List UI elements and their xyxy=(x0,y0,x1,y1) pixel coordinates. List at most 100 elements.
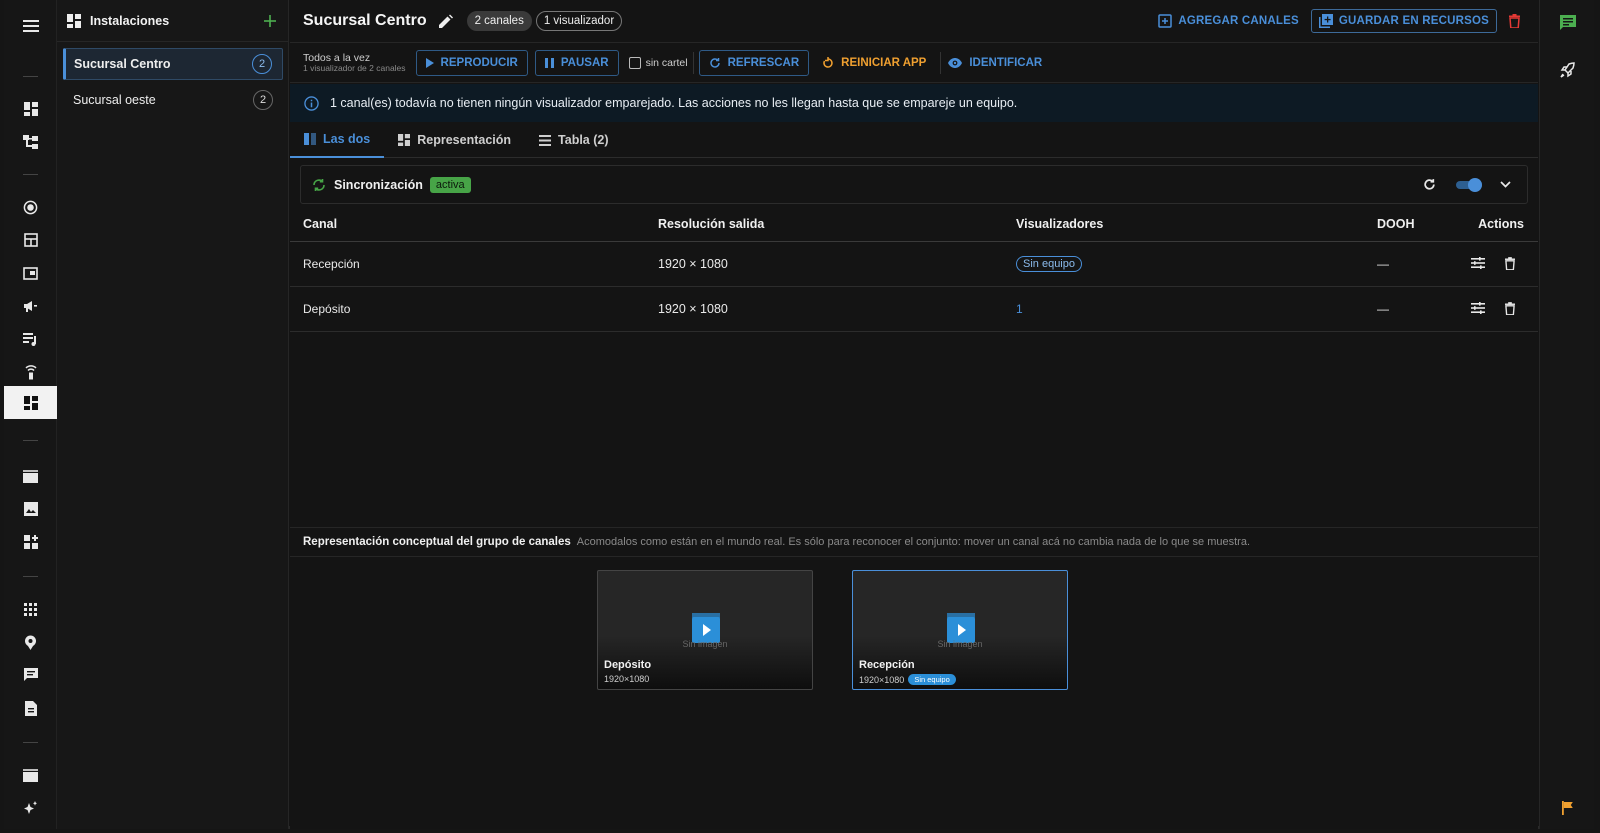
refresh-icon xyxy=(1424,179,1435,190)
launch-button[interactable] xyxy=(1540,55,1595,85)
channel-card-recepcion[interactable]: Sin imagen Recepción 1920×1080 Sin equip… xyxy=(852,570,1068,690)
rail-divider xyxy=(23,742,38,743)
sync-panel: Sincronización activa xyxy=(300,165,1528,204)
pause-button[interactable]: PAUSAR xyxy=(534,49,619,76)
installation-item-sucursal-centro[interactable]: Sucursal Centro 2 xyxy=(63,48,283,80)
channel-delete-button[interactable] xyxy=(1505,257,1515,270)
installation-item-sucursal-oeste[interactable]: Sucursal oeste 2 xyxy=(63,84,283,116)
column-header[interactable]: DOOH xyxy=(1364,208,1444,242)
add-channels-button[interactable]: AGREGAR CANALES xyxy=(1158,14,1299,28)
refresh-button[interactable]: REFRESCAR xyxy=(698,49,810,76)
installations-header: Instalaciones xyxy=(57,0,288,42)
channels-table: Canal Resolución salida Visualizadores D… xyxy=(290,208,1538,332)
campaign-icon[interactable] xyxy=(4,290,57,322)
no-image-text: Sin imagen xyxy=(937,639,983,649)
trash-icon xyxy=(1509,14,1520,28)
row-actions xyxy=(1444,286,1538,332)
image-icon[interactable] xyxy=(4,493,57,525)
play-button[interactable]: REPRODUCIR xyxy=(415,49,528,76)
sync-toggle[interactable] xyxy=(1456,177,1482,192)
toolbar-divider xyxy=(692,51,694,74)
tune-icon xyxy=(1471,257,1485,269)
chevron-down-icon xyxy=(1500,181,1511,188)
installation-header: Sucursal Centro 2 canales 1 visualizador… xyxy=(290,0,1538,43)
channel-delete-button[interactable] xyxy=(1505,302,1515,315)
toolbar-divider xyxy=(940,51,942,74)
hierarchy-icon[interactable] xyxy=(4,126,57,158)
channel-card-deposito[interactable]: Sin imagen Depósito 1920×1080 xyxy=(597,570,813,690)
installation-count-badge: 2 xyxy=(252,54,272,74)
chat-button[interactable] xyxy=(1540,8,1595,38)
row-actions xyxy=(1444,241,1538,287)
sync-icon xyxy=(313,178,325,191)
all-at-once-label-group: Todos a la vez 1 visualizador de 2 canal… xyxy=(303,52,406,73)
trash-icon xyxy=(1505,257,1515,270)
document-icon[interactable] xyxy=(4,692,57,724)
dashboard-icon[interactable] xyxy=(4,93,57,125)
sync-expand-button[interactable] xyxy=(1500,181,1511,188)
installations-panel: Instalaciones Sucursal Centro 2 Sucursal… xyxy=(57,0,289,829)
column-header[interactable]: Visualizadores xyxy=(1003,208,1364,242)
installation-name: Sucursal oeste xyxy=(73,93,156,107)
concept-subtitle: Acomodalos como están en el mundo real. … xyxy=(576,536,1251,548)
pause-label: PAUSAR xyxy=(560,56,609,69)
column-header[interactable]: Canal xyxy=(290,208,645,242)
dooh-value: — xyxy=(1364,286,1444,332)
identify-button[interactable]: IDENTIFICAR xyxy=(946,50,1051,76)
playlist-icon[interactable] xyxy=(4,323,57,355)
no-device-chip[interactable]: Sin equipo xyxy=(1016,255,1082,272)
card-channel-name: Recepción xyxy=(859,659,915,671)
info-message: 1 canal(es) todavía no tienen ningún vis… xyxy=(330,96,1018,110)
report-flag-button[interactable] xyxy=(1540,793,1595,823)
apps-icon[interactable] xyxy=(4,593,57,625)
viewers-cell: Sin equipo xyxy=(1003,241,1364,287)
installations-icon[interactable] xyxy=(4,386,57,419)
messages-icon[interactable] xyxy=(4,659,57,691)
channels-count-pill: 2 canales xyxy=(466,11,532,31)
restart-icon xyxy=(823,56,833,68)
table-header-row: Canal Resolución salida Visualizadores D… xyxy=(290,208,1538,242)
channel-settings-button[interactable] xyxy=(1471,302,1485,315)
column-header[interactable]: Resolución salida xyxy=(645,208,1003,242)
table-row[interactable]: Recepción 1920 × 1080 Sin equipo — xyxy=(290,241,1538,287)
rail-divider xyxy=(23,76,38,77)
restart-app-button[interactable]: REINICIAR APP xyxy=(813,50,935,76)
pencil-icon xyxy=(438,14,453,28)
menu-icon[interactable] xyxy=(4,10,57,42)
table-row[interactable]: Depósito 1920 × 1080 1 — xyxy=(290,286,1538,332)
plus-icon xyxy=(264,14,276,27)
dooh-value: — xyxy=(1364,241,1444,287)
sparkle-icon[interactable] xyxy=(4,792,57,824)
tab-tabla[interactable]: Tabla (2) xyxy=(525,122,622,158)
viewers-count-link[interactable]: 1 xyxy=(1016,302,1023,316)
edit-title-button[interactable] xyxy=(438,14,453,28)
widgets-icon[interactable] xyxy=(4,526,57,558)
right-icon-rail xyxy=(1539,0,1594,829)
remote-icon[interactable] xyxy=(4,356,57,388)
list-icon xyxy=(539,134,552,146)
play-label: REPRODUCIR xyxy=(440,56,518,69)
target-icon[interactable] xyxy=(4,191,57,223)
concept-section-header: Representación conceptual del grupo de c… xyxy=(290,527,1538,557)
sync-refresh-button[interactable] xyxy=(1423,178,1436,191)
pause-icon xyxy=(544,57,554,68)
page-title: Sucursal Centro xyxy=(303,12,427,29)
screen-icon[interactable] xyxy=(4,257,57,289)
save-to-resources-button[interactable]: GUARDAR EN RECURSOS xyxy=(1310,9,1497,33)
flag-icon xyxy=(1561,801,1573,815)
sync-label: Sincronización xyxy=(334,177,423,192)
add-installation-button[interactable] xyxy=(264,14,276,27)
video-icon[interactable] xyxy=(4,460,57,492)
rail-divider xyxy=(23,440,38,441)
channel-name: Recepción xyxy=(290,241,645,287)
rail-divider xyxy=(23,174,38,175)
location-icon[interactable] xyxy=(4,626,57,658)
delete-installation-button[interactable] xyxy=(1509,14,1520,28)
no-banner-checkbox[interactable]: sin cartel xyxy=(628,56,688,69)
tab-las-dos[interactable]: Las dos xyxy=(290,122,385,158)
card-resolution: 1920×1080 xyxy=(604,674,650,684)
channel-settings-button[interactable] xyxy=(1471,257,1485,270)
tab-representacion[interactable]: Representación xyxy=(384,122,525,158)
film-icon[interactable] xyxy=(4,759,57,791)
layout-icon[interactable] xyxy=(4,224,57,256)
